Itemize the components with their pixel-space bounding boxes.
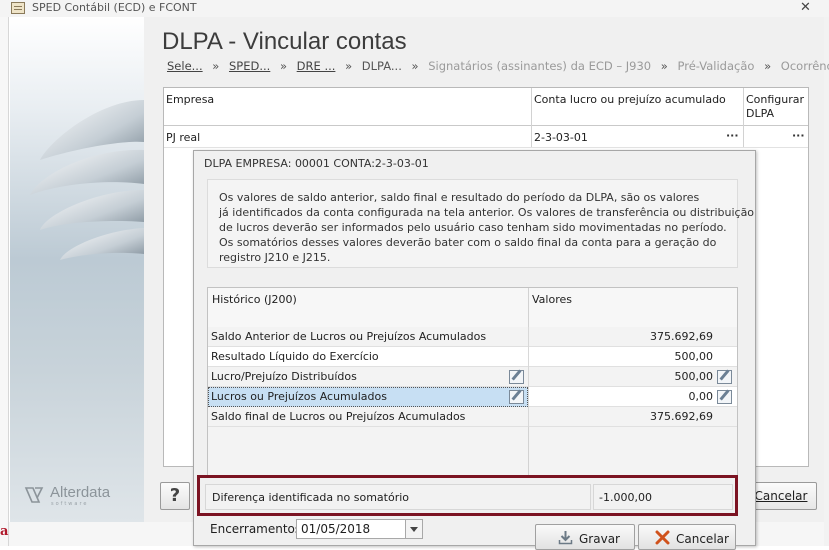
- breadcrumb-separator: »: [411, 59, 419, 73]
- grid-header-configurar[interactable]: Configurar DLPA: [746, 93, 806, 121]
- breadcrumb-separator: »: [345, 59, 353, 73]
- table-row[interactable]: Lucro/Prejuízo Distribuídos 500,00: [208, 367, 737, 387]
- info-line: registro J210 e J215.: [219, 251, 331, 264]
- breadcrumb-separator: »: [279, 59, 288, 73]
- dialog-title: DLPA EMPRESA: 00001 CONTA:2-3-03-01: [204, 157, 429, 170]
- swirl-graphic: [30, 100, 144, 260]
- grid-cell-empresa: PJ real: [166, 131, 201, 144]
- grid-header-conta[interactable]: Conta lucro ou prejuízo acumulado: [534, 93, 726, 106]
- brand-name: Alterdata: [50, 484, 111, 501]
- close-icon[interactable]: ✕: [800, 0, 811, 15]
- save-label: Gravar: [579, 532, 620, 546]
- dlpa-historico: Saldo Anterior de Lucros ou Prejuízos Ac…: [211, 330, 487, 343]
- dlpa-header-divider: [528, 288, 529, 328]
- dlpa-header-historico[interactable]: Histórico (J200): [212, 293, 297, 306]
- breadcrumb: Sele... » SPED... » DRE ... » DLPA... » …: [167, 59, 829, 73]
- save-button[interactable]: Gravar: [535, 524, 635, 550]
- window-title: SPED Contábil (ECD) e FCONT: [32, 1, 197, 14]
- cell-divider: [528, 367, 529, 387]
- breadcrumb-item-dre[interactable]: DRE ...: [297, 59, 336, 73]
- table-row[interactable]: Saldo Anterior de Lucros ou Prejuízos Ac…: [208, 327, 737, 347]
- dlpa-historico: Lucros ou Prejuízos Acumulados: [211, 390, 387, 403]
- difference-label: Diferença identificada no somatório: [212, 491, 410, 504]
- cell-divider: [528, 407, 529, 427]
- left-edge: [0, 17, 9, 546]
- breadcrumb-item-selecao[interactable]: Sele...: [167, 59, 203, 73]
- table-row-selected[interactable]: Lucros ou Prejuízos Acumulados 0,00: [208, 387, 737, 407]
- difference-value-field: -1.000,00: [593, 484, 733, 510]
- breadcrumb-item-sped[interactable]: SPED...: [229, 59, 270, 73]
- info-panel: Os valores de saldo anterior, saldo fina…: [207, 179, 754, 268]
- cancel-button[interactable]: Cancelar: [638, 524, 736, 550]
- breadcrumb-item-pre-validacao: Pré-Validação: [677, 59, 755, 73]
- brand-logo: Alterdata software: [24, 484, 134, 508]
- chevron-down-icon[interactable]: [405, 519, 423, 539]
- dlpa-historico: Lucro/Prejuízo Distribuídos: [211, 370, 357, 383]
- dlpa-valor: 375.692,69: [650, 410, 713, 423]
- edit-historico-icon[interactable]: [509, 390, 524, 404]
- breadcrumb-separator: »: [764, 59, 772, 73]
- breadcrumb-separator: »: [660, 59, 668, 73]
- alterdata-logo-icon: [24, 487, 44, 503]
- breadcrumb-item-ocorrencias: Ocorrências: [780, 59, 829, 73]
- configurar-dlpa-button[interactable]: ···: [792, 129, 805, 142]
- window-titlebar: SPED Contábil (ECD) e FCONT ✕: [0, 0, 829, 17]
- help-button[interactable]: ?: [160, 482, 190, 510]
- app-icon: [11, 2, 25, 14]
- table-row[interactable]: Resultado Líquido do Exercício 500,00: [208, 347, 737, 367]
- dlpa-historico: Saldo final de Lucros ou Prejuízos Acumu…: [211, 410, 466, 423]
- cell-divider: [528, 347, 529, 367]
- conta-lookup-button[interactable]: ···: [726, 129, 739, 142]
- dlpa-historico: Resultado Líquido do Exercício: [211, 350, 379, 363]
- page-title: DLPA - Vincular contas: [162, 28, 407, 55]
- table-row[interactable]: Saldo final de Lucros ou Prejuízos Acumu…: [208, 407, 737, 427]
- cancel-label: Cancelar: [676, 532, 729, 546]
- dlpa-valor: 500,00: [674, 370, 714, 383]
- right-edge: [824, 17, 829, 546]
- dlpa-header-valores[interactable]: Valores: [532, 293, 572, 306]
- brand-tagline: software: [51, 501, 89, 507]
- edit-valor-icon[interactable]: [717, 390, 732, 404]
- encerramentos-label: Encerramentos:: [210, 522, 306, 536]
- dlpa-valor: 0,00: [688, 390, 714, 403]
- save-icon: [558, 531, 573, 545]
- breadcrumb-item-signatarios: Signatários (assinantes) da ECD – J930: [428, 59, 652, 73]
- difference-label-field: Diferença identificada no somatório: [205, 484, 591, 510]
- info-line: de lucros deverão ser informados pelo us…: [219, 221, 727, 234]
- difference-value: -1.000,00: [599, 491, 652, 504]
- breadcrumb-separator: »: [212, 59, 220, 73]
- grid-cell-conta: 2-3-03-01: [534, 131, 588, 144]
- cell-divider: [528, 387, 529, 407]
- table-row[interactable]: PJ real 2-3-03-01 ··· ···: [164, 128, 808, 148]
- edge-glyph: a: [0, 524, 9, 539]
- cancel-outer-label: Cancelar: [754, 489, 808, 503]
- close-icon: [655, 530, 670, 545]
- edit-valor-icon[interactable]: [717, 370, 732, 384]
- info-line: Os somatórios desses valores deverão bat…: [219, 236, 717, 249]
- dlpa-valor: 500,00: [674, 350, 714, 363]
- encerramentos-select[interactable]: 01/05/2018: [296, 519, 406, 539]
- info-line: já identificados da conta configurada na…: [219, 206, 755, 219]
- info-line: Os valores de saldo anterior, saldo fina…: [219, 191, 700, 204]
- cell-divider: [528, 327, 529, 347]
- breadcrumb-item-dlpa: DLPA...: [361, 59, 402, 73]
- grid-header-empresa[interactable]: Empresa: [166, 93, 214, 106]
- edit-historico-icon[interactable]: [509, 370, 524, 384]
- dlpa-valor: 375.692,69: [650, 330, 713, 343]
